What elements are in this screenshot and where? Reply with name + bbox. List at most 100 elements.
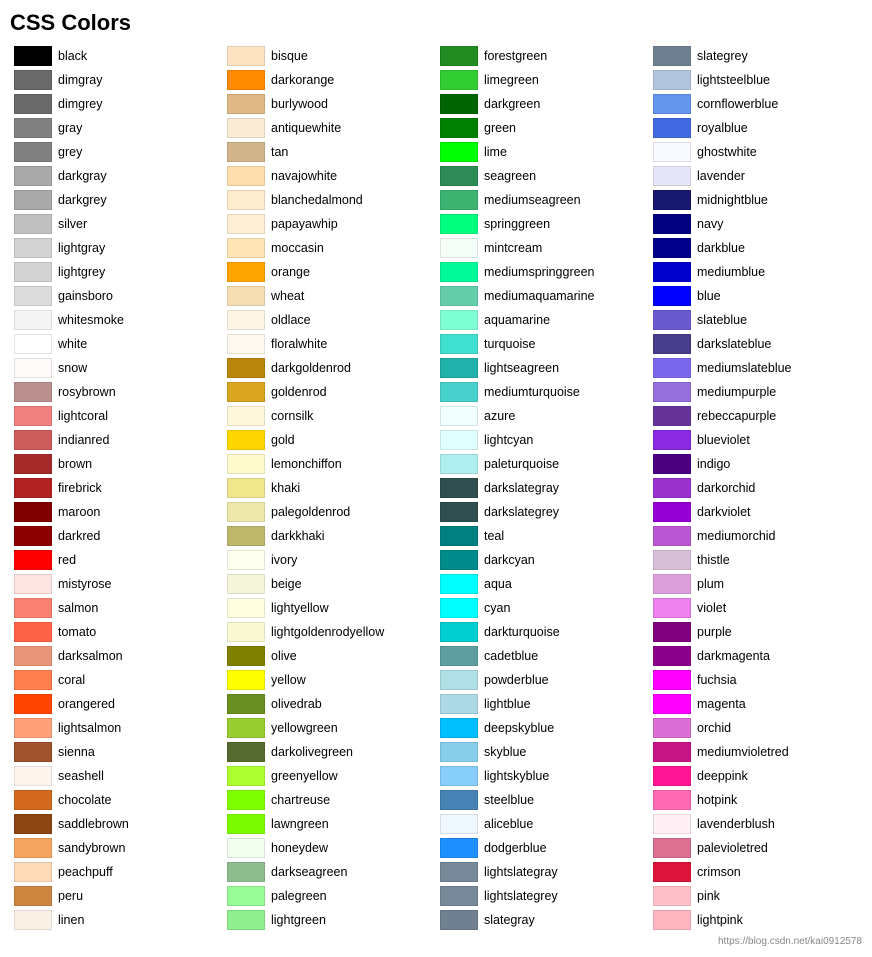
color-name: whitesmoke xyxy=(58,313,124,327)
color-swatch xyxy=(14,646,52,666)
list-item: orange xyxy=(223,260,436,284)
list-item: lightslategrey xyxy=(436,884,649,908)
color-swatch xyxy=(227,718,265,738)
list-item: limegreen xyxy=(436,68,649,92)
color-name: mediumpurple xyxy=(697,385,776,399)
color-name: moccasin xyxy=(271,241,324,255)
list-item: coral xyxy=(10,668,223,692)
list-item: snow xyxy=(10,356,223,380)
list-item: slategray xyxy=(436,908,649,932)
color-swatch xyxy=(653,622,691,642)
color-name: yellow xyxy=(271,673,306,687)
color-name: crimson xyxy=(697,865,741,879)
color-name: powderblue xyxy=(484,673,549,687)
color-name: mediumorchid xyxy=(697,529,776,543)
color-swatch xyxy=(227,574,265,594)
color-swatch xyxy=(14,46,52,66)
color-swatch xyxy=(653,718,691,738)
color-name: mintcream xyxy=(484,241,542,255)
color-name: blueviolet xyxy=(697,433,750,447)
color-swatch xyxy=(14,910,52,930)
color-swatch xyxy=(14,670,52,690)
color-name: antiquewhite xyxy=(271,121,341,135)
list-item: cadetblue xyxy=(436,644,649,668)
color-name: turquoise xyxy=(484,337,535,351)
color-name: green xyxy=(484,121,516,135)
color-swatch xyxy=(227,430,265,450)
color-swatch xyxy=(653,358,691,378)
color-swatch xyxy=(440,214,478,234)
color-name: khaki xyxy=(271,481,300,495)
color-name: aqua xyxy=(484,577,512,591)
list-item: seagreen xyxy=(436,164,649,188)
color-name: darkseagreen xyxy=(271,865,347,879)
color-swatch xyxy=(653,886,691,906)
color-name: papayawhip xyxy=(271,217,338,231)
color-swatch xyxy=(440,502,478,522)
color-swatch xyxy=(227,550,265,570)
color-swatch xyxy=(653,46,691,66)
color-swatch xyxy=(227,886,265,906)
color-swatch xyxy=(440,790,478,810)
list-item: springgreen xyxy=(436,212,649,236)
color-name: aliceblue xyxy=(484,817,533,831)
list-item: cornflowerblue xyxy=(649,92,862,116)
color-swatch xyxy=(14,238,52,258)
color-swatch xyxy=(14,358,52,378)
list-item: lightyellow xyxy=(223,596,436,620)
list-item: red xyxy=(10,548,223,572)
color-swatch xyxy=(14,262,52,282)
color-name: navajowhite xyxy=(271,169,337,183)
list-item: dimgrey xyxy=(10,92,223,116)
list-item: bisque xyxy=(223,44,436,68)
list-item: gainsboro xyxy=(10,284,223,308)
color-name: limegreen xyxy=(484,73,539,87)
color-name: darkred xyxy=(58,529,100,543)
list-item: lime xyxy=(436,140,649,164)
list-item: darksalmon xyxy=(10,644,223,668)
color-swatch xyxy=(227,910,265,930)
color-name: palevioletred xyxy=(697,841,768,855)
color-swatch xyxy=(440,166,478,186)
color-swatch xyxy=(653,598,691,618)
color-name: gray xyxy=(58,121,82,135)
list-item: lightgoldenrodyellow xyxy=(223,620,436,644)
list-item: lightpink xyxy=(649,908,862,932)
color-swatch xyxy=(227,70,265,90)
list-item: gray xyxy=(10,116,223,140)
color-name: chocolate xyxy=(58,793,112,807)
color-swatch xyxy=(653,430,691,450)
list-item: black xyxy=(10,44,223,68)
color-swatch xyxy=(440,406,478,426)
list-item: darkmagenta xyxy=(649,644,862,668)
list-item: ivory xyxy=(223,548,436,572)
color-swatch xyxy=(440,910,478,930)
color-swatch xyxy=(440,742,478,762)
color-swatch xyxy=(653,334,691,354)
color-name: darkblue xyxy=(697,241,745,255)
list-item: silver xyxy=(10,212,223,236)
list-item: saddlebrown xyxy=(10,812,223,836)
list-item: lightseagreen xyxy=(436,356,649,380)
color-swatch xyxy=(440,310,478,330)
color-swatch xyxy=(14,622,52,642)
color-swatch xyxy=(440,670,478,690)
color-name: lightsteelblue xyxy=(697,73,770,87)
list-item: pink xyxy=(649,884,862,908)
color-swatch xyxy=(227,262,265,282)
color-swatch xyxy=(14,454,52,474)
color-swatch xyxy=(653,814,691,834)
color-swatch xyxy=(227,94,265,114)
color-swatch xyxy=(14,430,52,450)
color-name: thistle xyxy=(697,553,730,567)
color-swatch xyxy=(14,526,52,546)
list-item: rosybrown xyxy=(10,380,223,404)
list-item: turquoise xyxy=(436,332,649,356)
color-swatch xyxy=(227,742,265,762)
color-name: lightcyan xyxy=(484,433,533,447)
list-item: darkgoldenrod xyxy=(223,356,436,380)
color-swatch xyxy=(440,550,478,570)
list-item: darkred xyxy=(10,524,223,548)
color-swatch xyxy=(653,862,691,882)
color-swatch xyxy=(653,70,691,90)
